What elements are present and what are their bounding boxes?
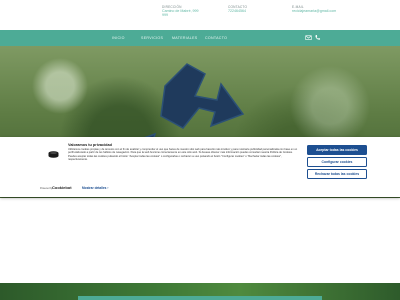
accept-all-cookies-button[interactable]: Aceptar todas las cookies — [307, 145, 367, 155]
address-block: Dirección Camino de Mabré, 999 999 — [162, 5, 199, 18]
contact-info-bar: Dirección Camino de Mabré, 999 999 Conta… — [0, 0, 400, 30]
cookie-consent-banner: Valoramos tu privacidad Utilizamos cooki… — [0, 137, 400, 197]
nav-item-servicios[interactable]: Servicios — [141, 36, 163, 40]
powered-by-label: Powered by — [40, 187, 53, 190]
cookie-title: Valoramos tu privacidad — [68, 143, 112, 147]
nav-item-contacto[interactable]: Contacto — [205, 36, 227, 40]
nav-item-inicio[interactable]: Inicio — [112, 36, 125, 40]
address-line-2: 999 — [162, 13, 168, 18]
cookie-provider-logo — [48, 151, 59, 158]
configure-cookies-button[interactable]: Configurar cookies — [307, 157, 367, 167]
show-details-label: Mostrar detalles — [82, 185, 107, 190]
chevron-right-icon: › — [107, 185, 109, 190]
show-details-link[interactable]: Mostrar detalles › — [82, 186, 108, 190]
phone-icon[interactable] — [314, 34, 321, 41]
phone-block: Contacto 722464564 — [228, 5, 247, 13]
cookie-description: Utilizamos cookies propias y de terceros… — [68, 148, 298, 162]
main-navigation: Inicio Servicios Materiales Contacto — [0, 30, 400, 46]
reject-all-cookies-button[interactable]: Rechazar todas las cookies — [307, 169, 367, 179]
email-block: E-Mail reciclajeamaria@gmail.com — [292, 5, 336, 13]
cookiebot-logo: Cookiebot — [52, 185, 72, 190]
phone-value[interactable]: 722464564 — [228, 9, 247, 13]
footer-accent-box — [78, 296, 322, 300]
email-value[interactable]: reciclajeamaria@gmail.com — [292, 9, 336, 13]
mail-icon[interactable] — [305, 34, 312, 41]
nav-item-materiales[interactable]: Materiales — [172, 36, 198, 40]
